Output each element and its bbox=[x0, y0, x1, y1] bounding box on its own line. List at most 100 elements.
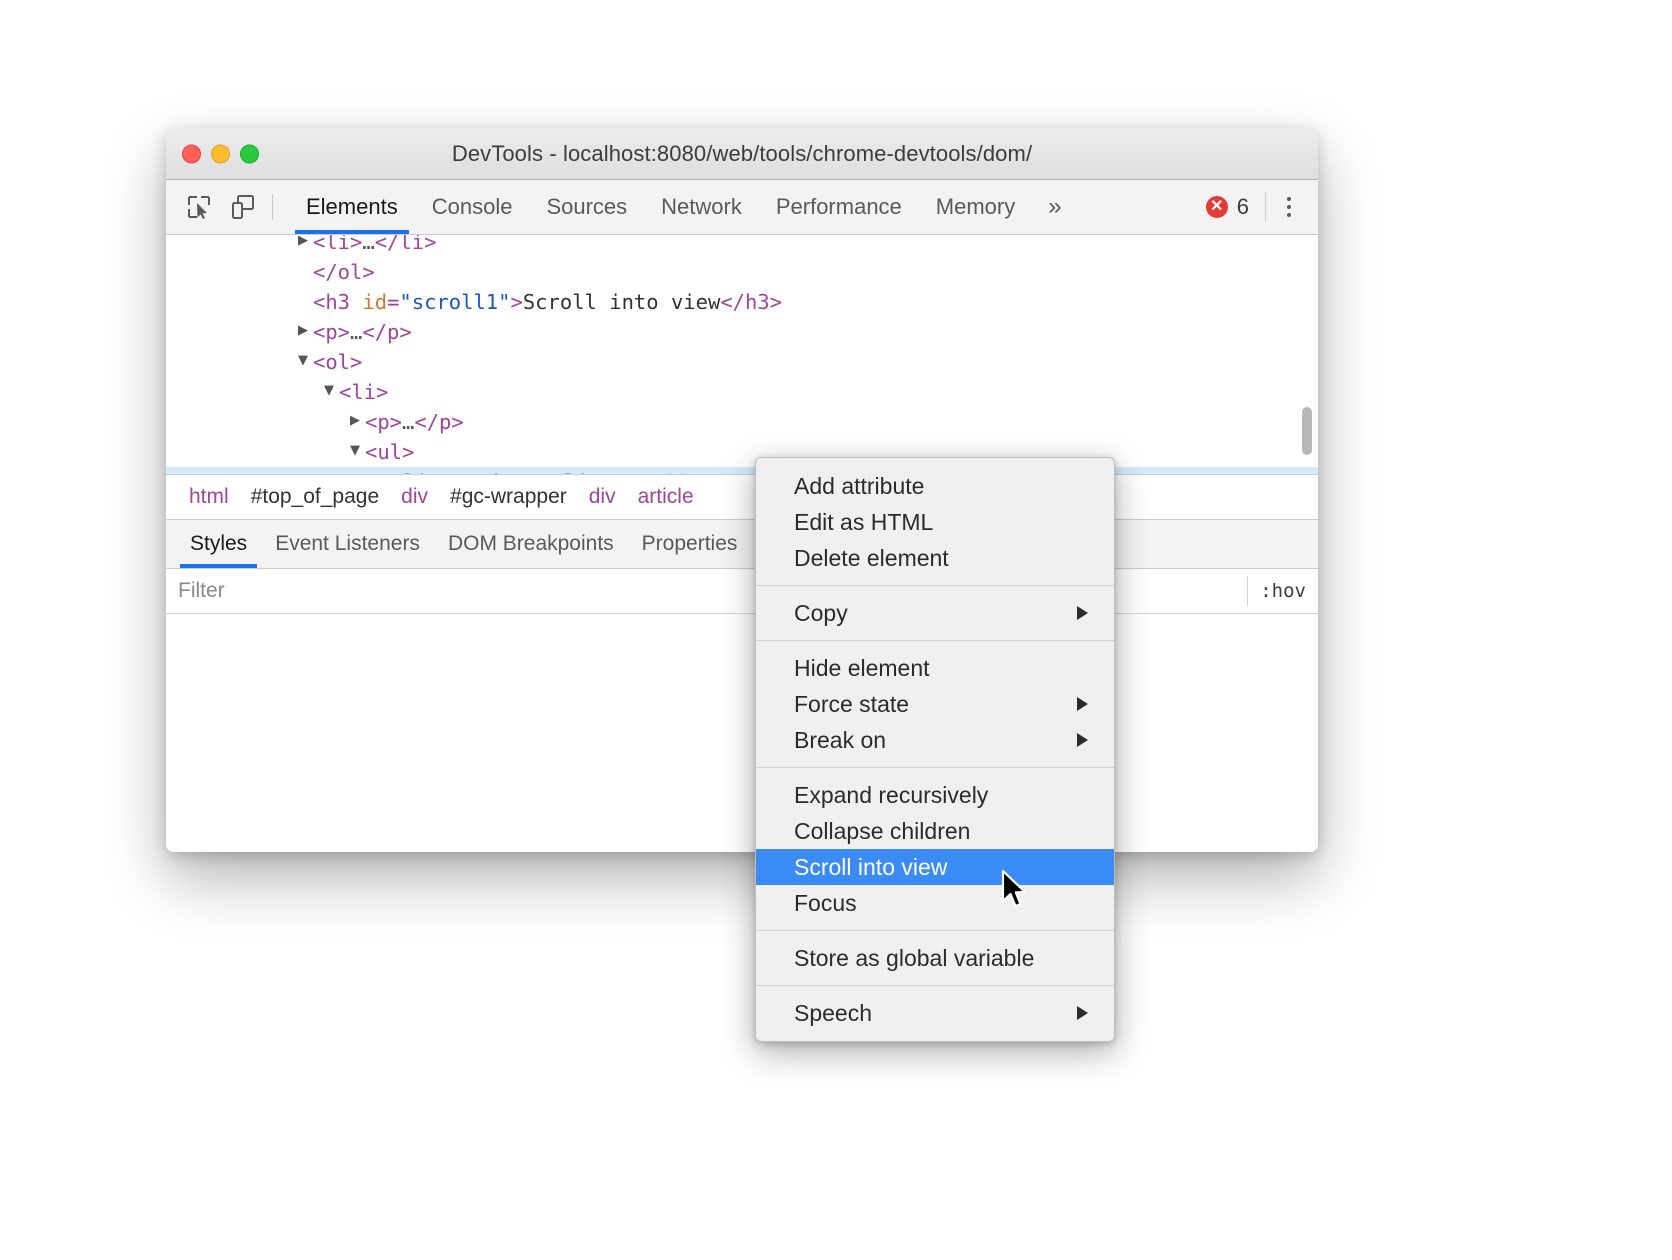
breadcrumb-item-div[interactable]: div bbox=[578, 485, 627, 509]
context-menu-item-collapse-children[interactable]: Collapse children bbox=[756, 813, 1114, 849]
dom-tree-row[interactable]: ▼<ul> bbox=[166, 437, 1318, 467]
devtools-window: DevTools - localhost:8080/web/tools/chro… bbox=[166, 128, 1318, 852]
device-toolbar-icon[interactable] bbox=[224, 188, 262, 226]
tab-sources[interactable]: Sources bbox=[529, 180, 644, 234]
context-menu-item-break-on[interactable]: Break on bbox=[756, 722, 1114, 758]
dom-tree-row[interactable]: </ol> bbox=[166, 257, 1318, 287]
chevron-down-icon[interactable]: ▼ bbox=[324, 376, 339, 406]
sidebar-tab-event-listeners[interactable]: Event Listeners bbox=[261, 520, 434, 568]
dom-tree-row[interactable]: ▶<p>…</p> bbox=[166, 317, 1318, 347]
dom-tree-row[interactable]: ▼<li> bbox=[166, 377, 1318, 407]
tab-performance[interactable]: Performance bbox=[759, 180, 919, 234]
toolbar-right-divider bbox=[1265, 192, 1266, 222]
chevron-right-icon[interactable]: ▶ bbox=[298, 235, 313, 256]
sidebar-tab-label: DOM Breakpoints bbox=[448, 532, 614, 556]
window-traffic-lights bbox=[182, 144, 259, 163]
maximize-window-button[interactable] bbox=[240, 144, 259, 163]
dom-tree-row[interactable]: ▶<li>…</li> bbox=[166, 235, 1318, 257]
tab-memory[interactable]: Memory bbox=[919, 180, 1032, 234]
error-badge[interactable]: ✕ 6 bbox=[1194, 194, 1261, 220]
dom-token-ell: … bbox=[362, 235, 374, 257]
context-menu-item-copy[interactable]: Copy bbox=[756, 595, 1114, 631]
minimize-window-button[interactable] bbox=[211, 144, 230, 163]
dom-token-tag: </p> bbox=[362, 317, 411, 347]
context-menu-item-label: Focus bbox=[794, 890, 857, 917]
more-tabs-label: » bbox=[1048, 193, 1059, 221]
context-menu-item-label: Force state bbox=[794, 691, 909, 718]
tab-elements[interactable]: Elements bbox=[289, 180, 415, 234]
dom-tree-row[interactable]: ▶<p>…</p> bbox=[166, 407, 1318, 437]
toolbar-divider bbox=[272, 194, 273, 220]
dom-tree-row[interactable]: ▼<ol> bbox=[166, 347, 1318, 377]
context-menu-separator bbox=[756, 767, 1114, 768]
chevron-down-icon[interactable]: ▼ bbox=[350, 436, 365, 466]
window-title: DevTools - localhost:8080/web/tools/chro… bbox=[166, 141, 1318, 167]
tab-network[interactable]: Network bbox=[644, 180, 759, 234]
dom-tree-row[interactable]: <h3 id="scroll1">Scroll into view</h3> bbox=[166, 287, 1318, 317]
dom-token-tag: <h3 bbox=[313, 287, 362, 317]
force-hover-state-button[interactable]: :hov bbox=[1248, 580, 1318, 602]
context-menu-item-expand-recursively[interactable]: Expand recursively bbox=[756, 777, 1114, 813]
context-menu-item-label: Scroll into view bbox=[794, 854, 947, 881]
sidebar-tab-label: Event Listeners bbox=[275, 532, 420, 556]
sidebar-tab-properties[interactable]: Properties bbox=[628, 520, 752, 568]
tab-console-label: Console bbox=[432, 194, 513, 220]
styles-pane-body bbox=[166, 614, 1318, 853]
tab-elements-label: Elements bbox=[306, 194, 398, 220]
dom-token-tag: <p> bbox=[313, 317, 350, 347]
chevron-right-icon[interactable]: ▶ bbox=[350, 406, 365, 436]
context-menu-item-label: Break on bbox=[794, 727, 886, 754]
more-options-kebab-icon[interactable] bbox=[1270, 188, 1308, 226]
more-tabs-chevron-icon[interactable]: » bbox=[1032, 180, 1075, 234]
dom-token-tag: <ol> bbox=[313, 347, 362, 377]
context-menu-item-force-state[interactable]: Force state bbox=[756, 686, 1114, 722]
context-menu-item-label: Expand recursively bbox=[794, 782, 988, 809]
dom-tree-scrollbar[interactable] bbox=[1302, 407, 1312, 455]
context-menu-item-speech[interactable]: Speech bbox=[756, 995, 1114, 1031]
dom-token-txt: Scroll into view bbox=[523, 287, 720, 317]
inspect-element-icon[interactable] bbox=[180, 188, 218, 226]
dom-token-ell: … bbox=[350, 317, 362, 347]
dom-token-tag: <p> bbox=[365, 407, 402, 437]
dom-tree-pane[interactable]: ▶<li>…</li> </ol> <h3 id="scroll1">Scrol… bbox=[166, 235, 1318, 474]
dom-tree-rows: ▶<li>…</li> </ol> <h3 id="scroll1">Scrol… bbox=[166, 235, 1318, 474]
sidebar-tab-styles[interactable]: Styles bbox=[176, 520, 261, 568]
sidebar-tab-label: Styles bbox=[190, 532, 247, 556]
toolbar-icon-group bbox=[166, 180, 289, 234]
context-menu-item-scroll-into-view[interactable]: Scroll into view bbox=[756, 849, 1114, 885]
error-count: 6 bbox=[1237, 194, 1249, 220]
dom-token-tag: </ol> bbox=[313, 257, 375, 287]
context-menu-item-edit-as-html[interactable]: Edit as HTML bbox=[756, 504, 1114, 540]
dom-token-tag: </p> bbox=[414, 407, 463, 437]
breadcrumb-item-topofpage[interactable]: #top_of_page bbox=[240, 485, 390, 509]
context-menu-item-focus[interactable]: Focus bbox=[756, 885, 1114, 921]
tab-console[interactable]: Console bbox=[415, 180, 530, 234]
dom-token-tag: <li> bbox=[313, 235, 362, 257]
dom-token-tag: <ul> bbox=[365, 437, 414, 467]
context-menu-separator bbox=[756, 585, 1114, 586]
dom-token-tag: <li> bbox=[339, 377, 388, 407]
breadcrumb: html#top_of_pagediv#gc-wrapperdivarticle bbox=[166, 474, 1318, 519]
breadcrumb-item-html[interactable]: html bbox=[178, 485, 240, 509]
toolbar-right-group: ✕ 6 bbox=[1194, 180, 1318, 234]
dom-token-dollar: == $0 bbox=[601, 467, 687, 474]
context-menu-item-delete-element[interactable]: Delete element bbox=[756, 540, 1114, 576]
dom-tree-row-selected[interactable]: ••• <li>Magritte</li> == $0 bbox=[166, 467, 1318, 474]
dom-token-tag: = bbox=[387, 287, 399, 317]
context-menu-item-store-as-global-variable[interactable]: Store as global variable bbox=[756, 940, 1114, 976]
context-menu-item-hide-element[interactable]: Hide element bbox=[756, 650, 1114, 686]
chevron-placeholder-icon bbox=[298, 256, 313, 286]
breadcrumb-item-div[interactable]: div bbox=[390, 485, 439, 509]
tab-sources-label: Sources bbox=[546, 194, 627, 220]
context-menu-item-add-attribute[interactable]: Add attribute bbox=[756, 468, 1114, 504]
close-window-button[interactable] bbox=[182, 144, 201, 163]
context-menu-separator bbox=[756, 930, 1114, 931]
breadcrumb-item-article[interactable]: article bbox=[627, 485, 705, 509]
chevron-placeholder-icon bbox=[376, 466, 391, 474]
chevron-right-icon[interactable]: ▶ bbox=[298, 316, 313, 346]
submenu-arrow-icon bbox=[1077, 697, 1088, 711]
dom-row-badge[interactable]: ••• bbox=[172, 467, 194, 474]
sidebar-tab-dom-breakpoints[interactable]: DOM Breakpoints bbox=[434, 520, 628, 568]
breadcrumb-item-gcwrapper[interactable]: #gc-wrapper bbox=[439, 485, 578, 509]
chevron-down-icon[interactable]: ▼ bbox=[298, 346, 313, 376]
